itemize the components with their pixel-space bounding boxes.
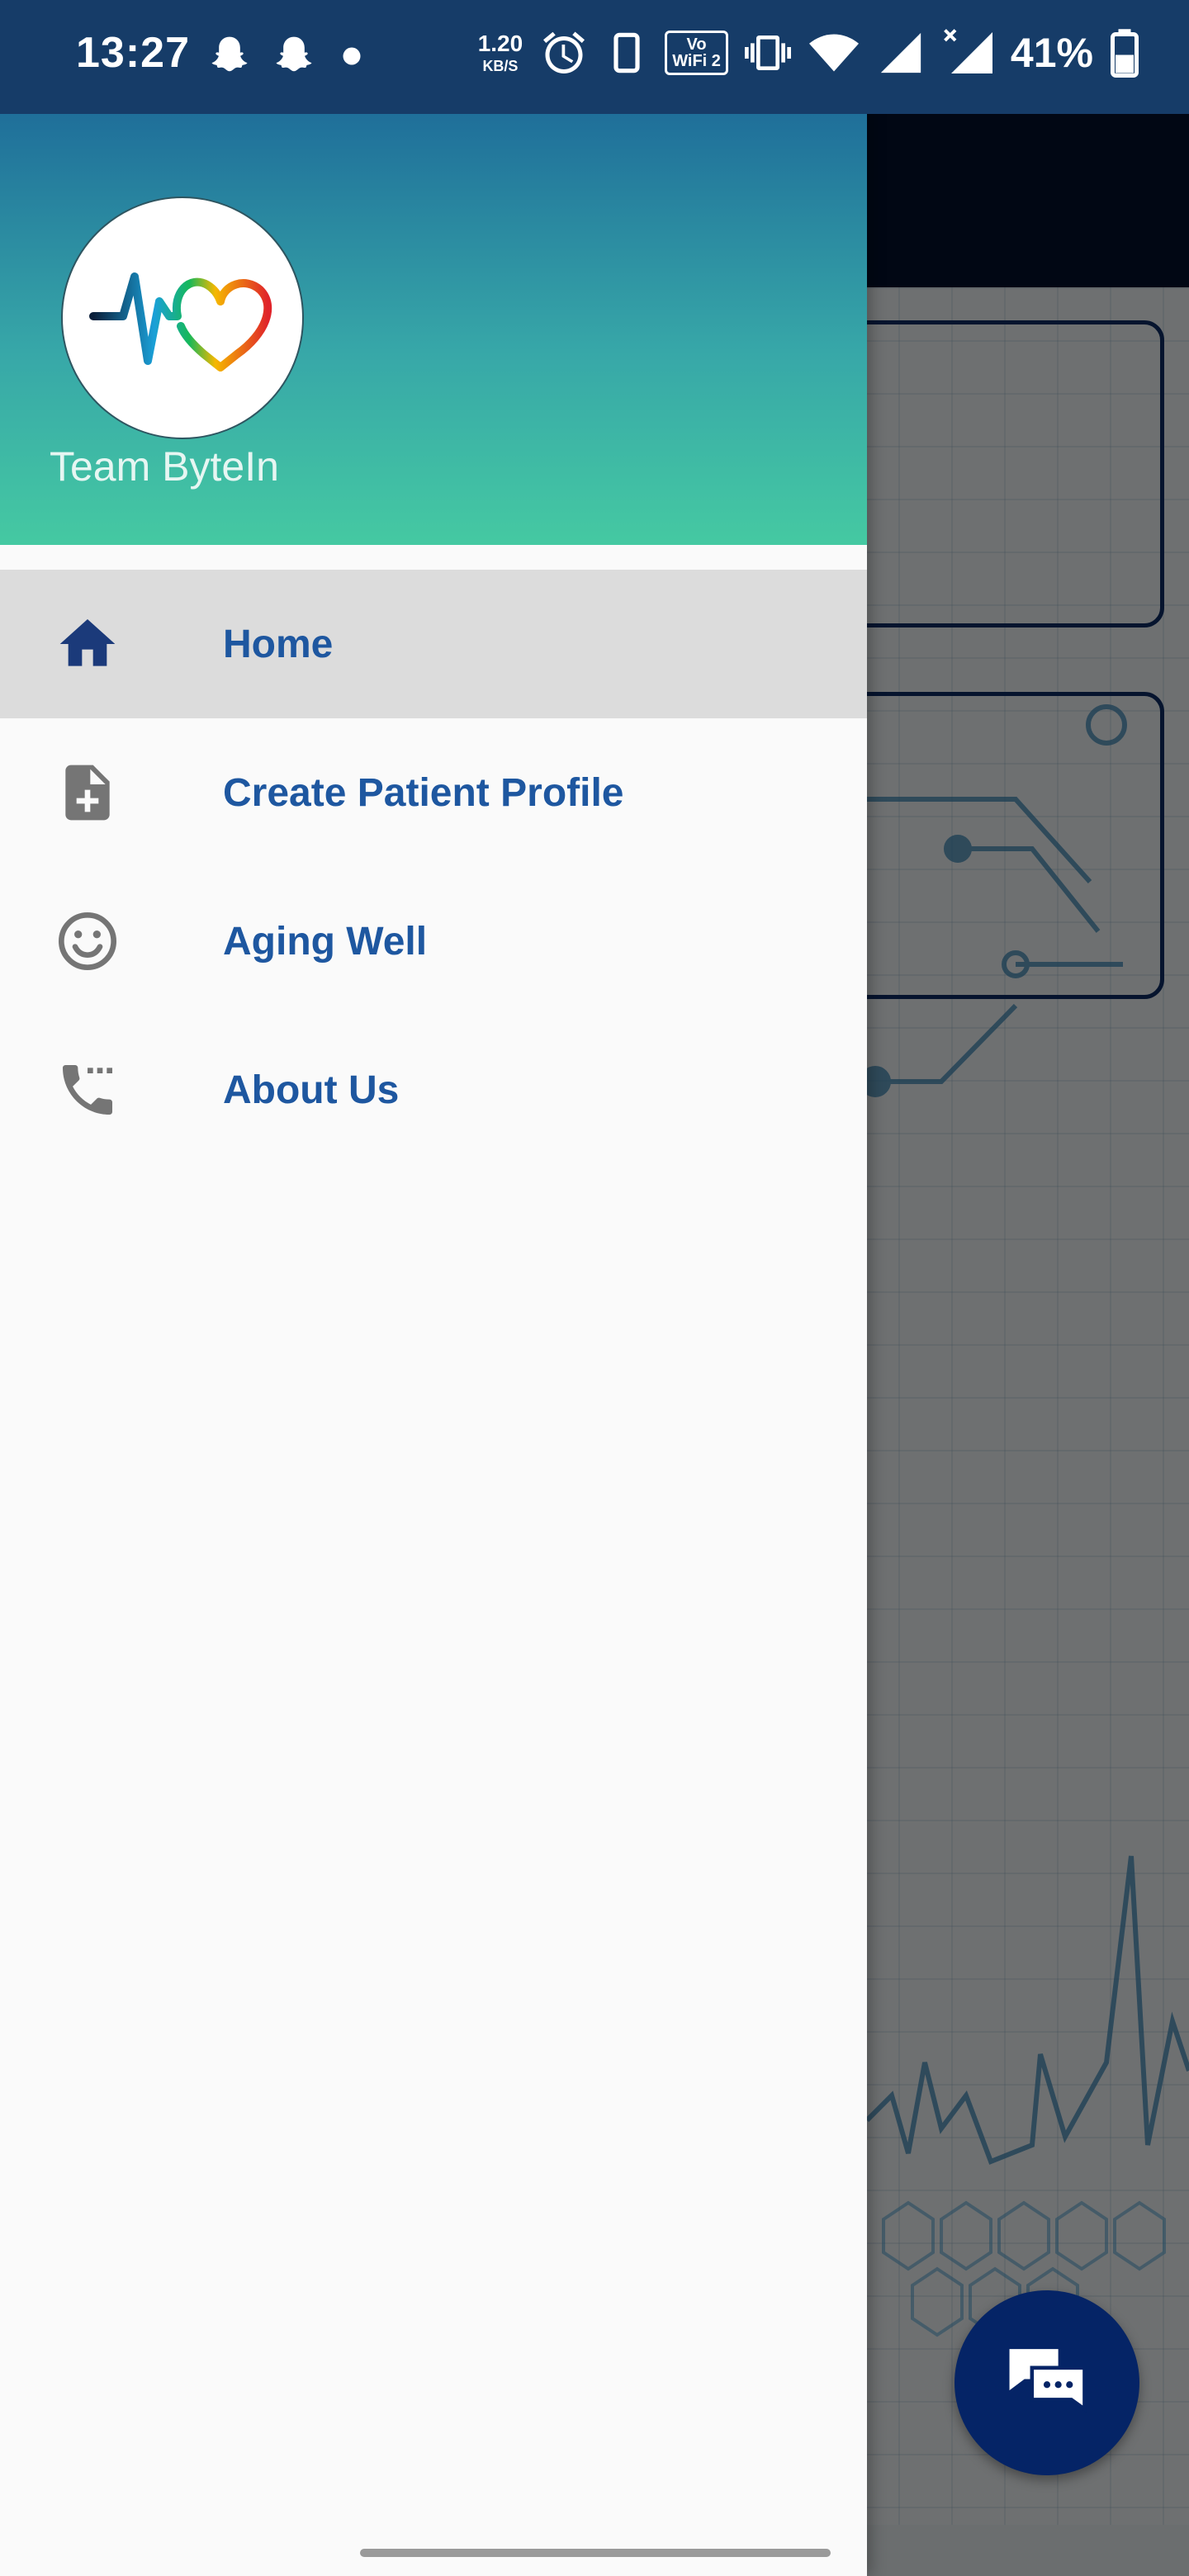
alarm-icon	[543, 31, 585, 73]
drawer-header: Team ByteIn	[0, 114, 867, 545]
smiley-icon	[48, 902, 127, 981]
battery-percent: 41%	[1010, 30, 1093, 76]
team-name: Team ByteIn	[50, 443, 279, 490]
volte-label-top: Vo	[686, 36, 707, 54]
volte-wifi-badge: Vo WiFi 2	[665, 31, 728, 75]
snapchat-icon	[211, 36, 248, 72]
vibrate-icon	[744, 36, 791, 70]
home-icon	[48, 604, 127, 684]
gesture-nav-handle[interactable]	[360, 2549, 831, 2557]
signal-no-data-icon	[944, 29, 992, 73]
menu-item-label: Create Patient Profile	[223, 770, 624, 815]
network-speed: 1.20 KB/S	[477, 31, 523, 74]
phone-dots-icon	[48, 1050, 127, 1129]
volte-label-bottom: WiFi 2	[672, 52, 721, 70]
navigation-drawer: Team ByteIn Home Create Patient Profile	[0, 0, 867, 2576]
menu-item-create-patient-profile[interactable]: Create Patient Profile	[0, 718, 867, 867]
signal-icon	[880, 32, 921, 73]
chat-icon	[1009, 2349, 1087, 2413]
drawer-menu: Home Create Patient Profile Aging Well A…	[0, 570, 867, 1164]
chat-fab-button[interactable]	[955, 2290, 1139, 2475]
menu-item-label: Aging Well	[223, 919, 428, 964]
menu-item-aging-well[interactable]: Aging Well	[0, 867, 867, 1016]
network-speed-unit: KB/S	[482, 58, 519, 74]
battery-icon	[1111, 29, 1139, 78]
team-logo-avatar	[61, 197, 304, 439]
phone-icon	[613, 32, 640, 73]
notification-icons	[206, 33, 368, 79]
wifi-icon	[808, 34, 859, 72]
menu-item-label: About Us	[223, 1068, 400, 1112]
note-add-icon	[48, 753, 127, 832]
network-speed-value: 1.20	[477, 31, 523, 56]
menu-item-home[interactable]: Home	[0, 570, 867, 718]
status-time: 13:27	[76, 29, 190, 77]
snapchat-icon	[276, 36, 312, 72]
heartbeat-heart-logo	[89, 272, 272, 372]
status-bar: 13:27 1.20 KB/S Vo WiFi 2 41%	[0, 0, 1189, 114]
system-icons: 1.20 KB/S Vo WiFi 2 41%	[478, 28, 1139, 78]
menu-item-about-us[interactable]: About Us	[0, 1016, 867, 1164]
dot-icon	[343, 47, 361, 65]
menu-item-label: Home	[223, 622, 334, 666]
